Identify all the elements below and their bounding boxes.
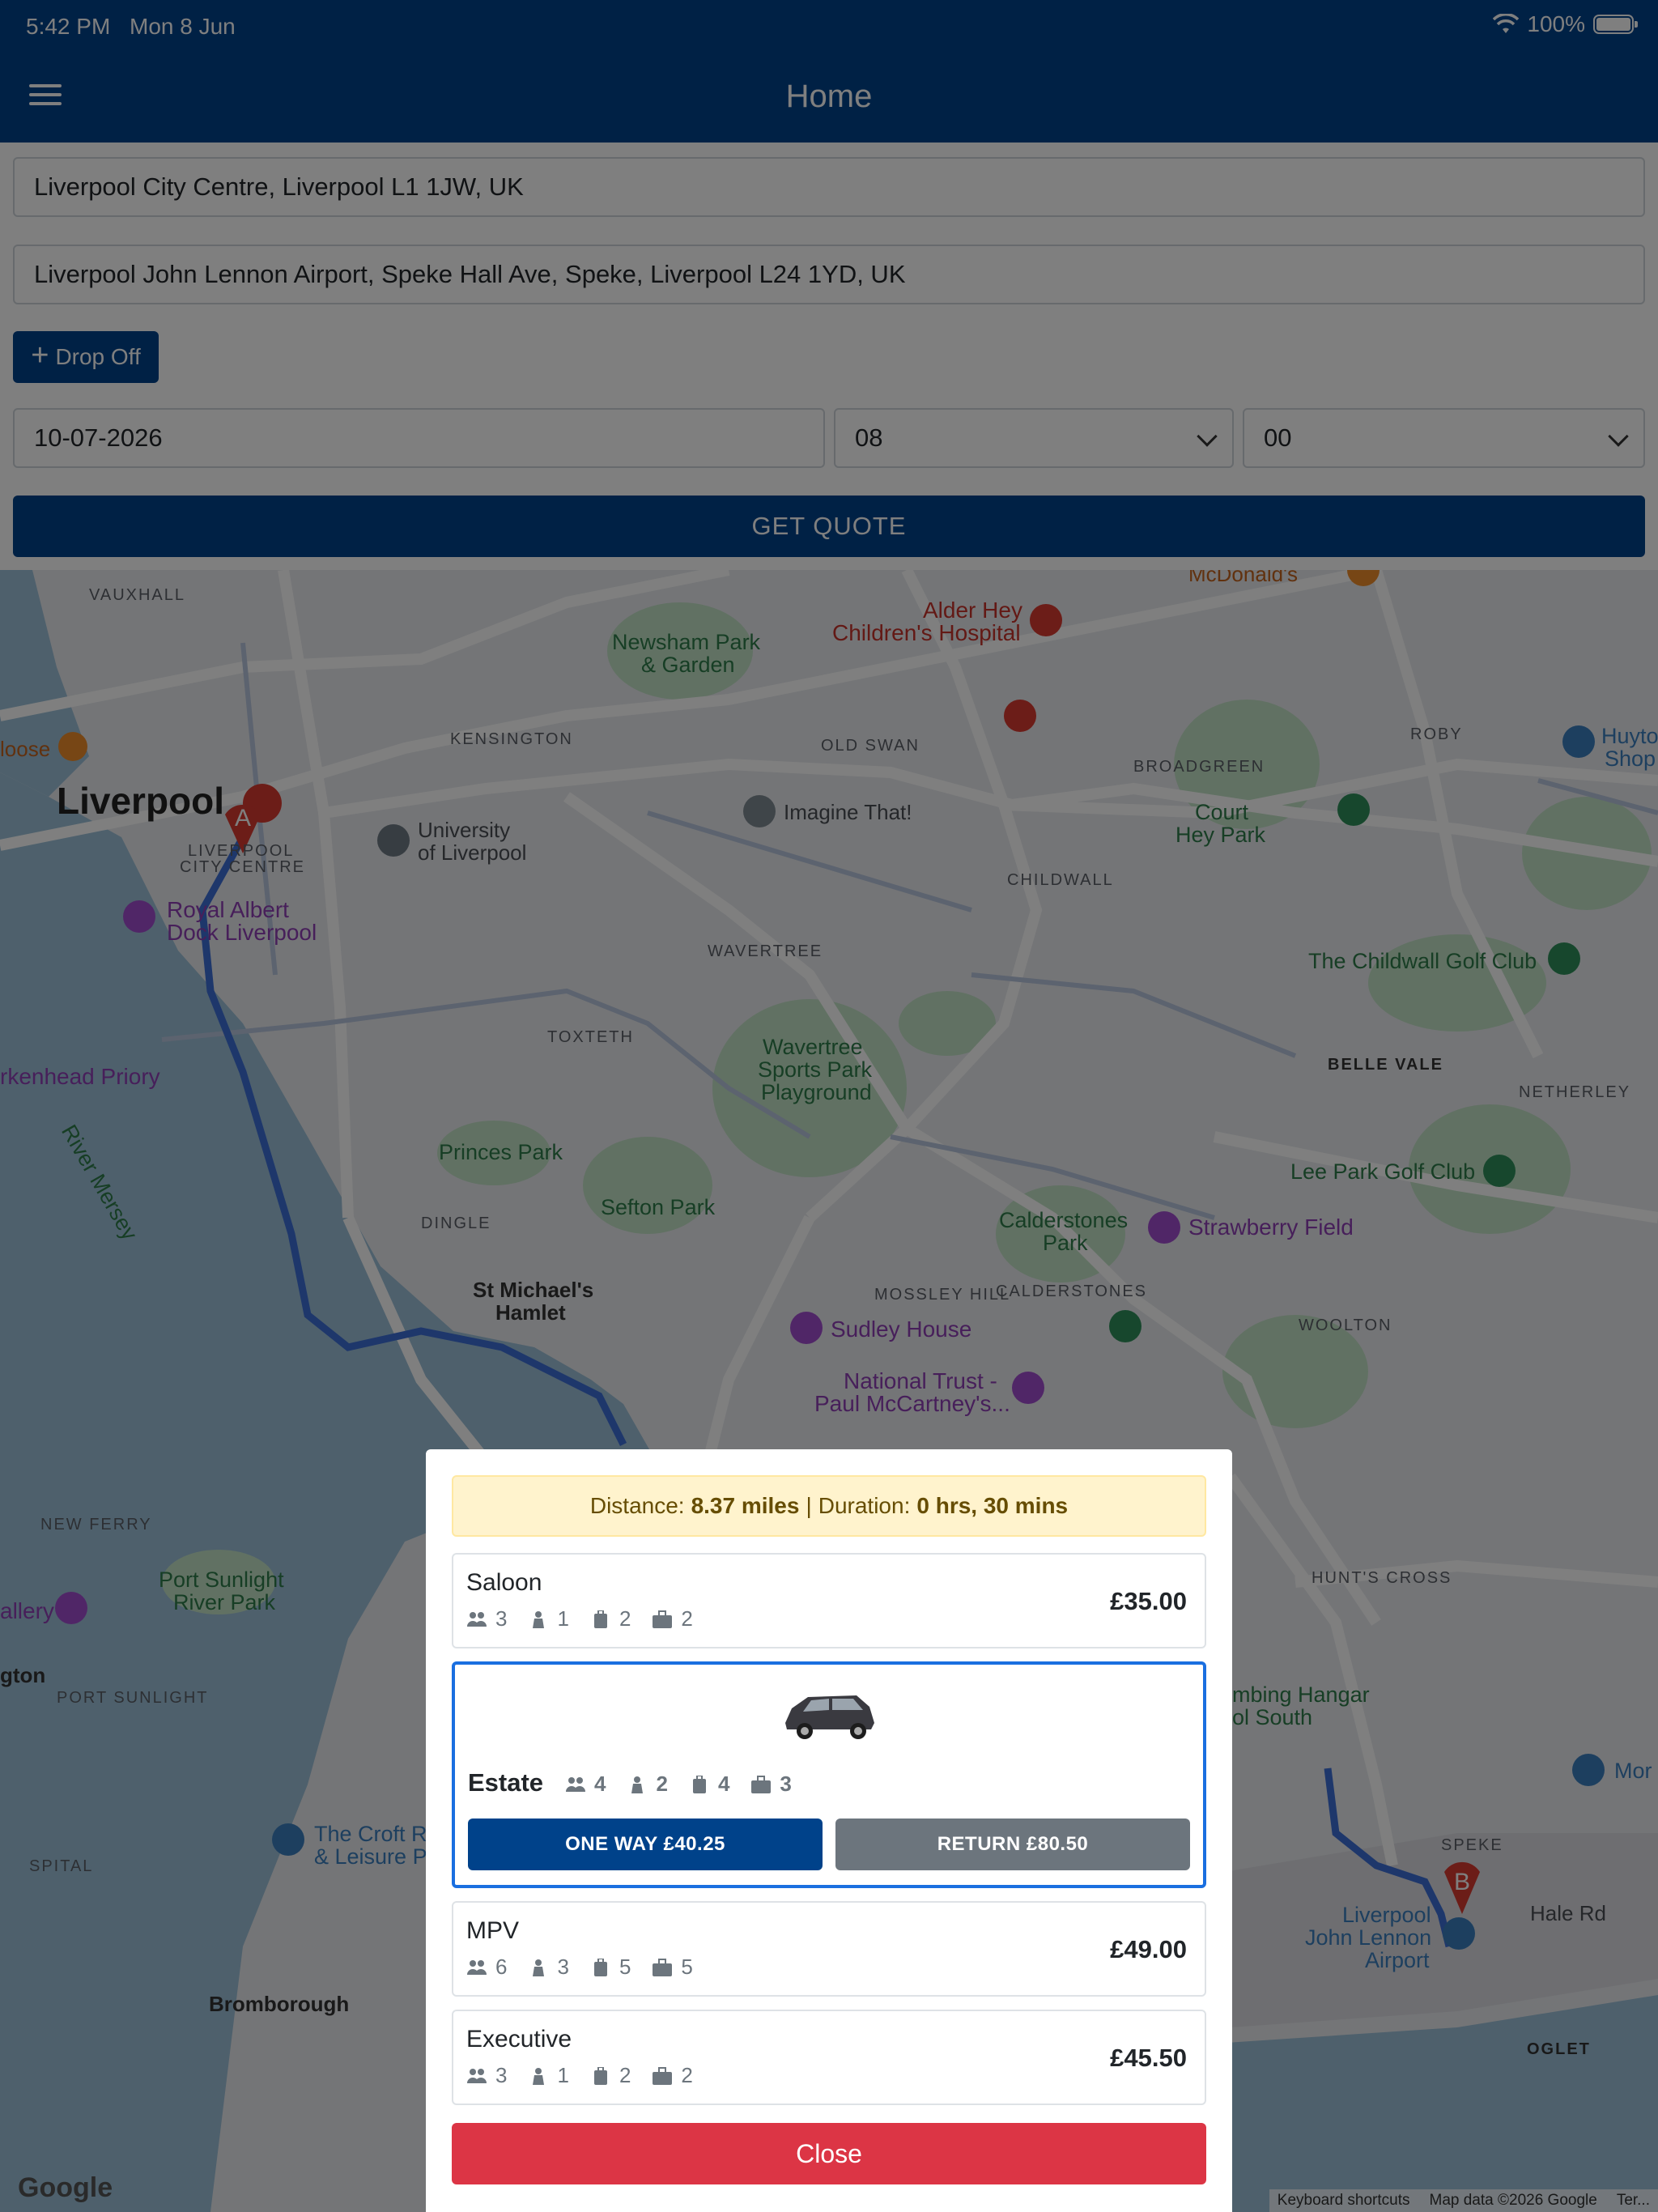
vehicle-card-estate[interactable]: Estate 4 2 4 3 ONE WAY £40.25 RETURN £80… [452,1661,1206,1888]
distance-value: 8.37 miles [691,1493,800,1518]
duration-value: 0 hrs, 30 mins [916,1493,1069,1518]
child-seats-count: 1 [557,2063,569,2087]
passengers-icon [566,1776,585,1792]
vehicle-price: £45.50 [1110,2044,1187,2072]
passengers-count: 3 [495,1606,508,1631]
duration-label: Duration: [818,1493,911,1518]
briefcase-icon [653,1610,673,1628]
estate-car-image [785,1695,874,1739]
vehicle-card-saloon[interactable]: Saloon 3 1 2 2 £35.00 [452,1553,1206,1648]
briefcase-icon [653,1958,673,1976]
passengers-icon [467,1611,487,1627]
vehicle-name: MPV [466,1917,520,1944]
vehicle-name: Estate [468,1768,544,1797]
passengers-count: 4 [594,1772,606,1796]
vehicle-name: Saloon [466,1569,542,1596]
luggage-count: 5 [619,1955,631,1979]
quote-modal: Distance: 8.37 miles | Duration: 0 hrs, … [426,1449,1232,2212]
luggage-icon [593,2066,607,2085]
luggage-count: 4 [717,1772,730,1796]
one-way-button[interactable]: ONE WAY £40.25 [468,1819,823,1870]
child-seats-count: 2 [656,1772,668,1796]
child-seats-count: 3 [557,1955,569,1979]
luggage-icon [692,1775,706,1793]
vehicle-card-executive[interactable]: Executive 3 1 2 2 £45.50 [452,2010,1206,2105]
vehicle-specs: 3 1 2 2 [466,2063,706,2088]
luggage-count: 2 [619,2063,631,2087]
briefcase-icon [751,1775,772,1793]
vehicle-specs: 3 1 2 2 [466,1606,706,1631]
vehicle-card-mpv[interactable]: MPV 6 3 5 5 £49.00 [452,1901,1206,1997]
briefcase-icon [653,2066,673,2085]
vehicle-price: £49.00 [1110,1935,1187,1963]
child-seat-icon [631,1776,644,1793]
passengers-icon [467,2068,487,2083]
luggage-icon [593,1610,607,1628]
info-separator: | [806,1493,812,1518]
passengers-icon [467,1959,487,1975]
child-seat-icon [533,1959,545,1976]
return-button[interactable]: RETURN £80.50 [835,1819,1190,1870]
bags-count: 2 [681,1606,693,1631]
child-seat-icon [533,2067,545,2085]
vehicle-name: Executive [466,2026,572,2052]
bags-count: 2 [681,2063,693,2087]
vehicle-specs: 4 2 4 3 [565,1772,805,1797]
luggage-icon [593,1958,607,1976]
trip-info-alert: Distance: 8.37 miles | Duration: 0 hrs, … [452,1475,1206,1537]
passengers-count: 3 [495,2063,508,2087]
distance-label: Distance: [589,1493,685,1518]
bags-count: 5 [681,1955,693,1979]
luggage-count: 2 [619,1606,631,1631]
vehicle-price: £35.00 [1110,1587,1187,1615]
bags-count: 3 [780,1772,792,1796]
child-seat-icon [533,1610,545,1628]
passengers-count: 6 [495,1955,508,1979]
close-button[interactable]: Close [452,2123,1206,2184]
vehicle-specs: 6 3 5 5 [466,1955,706,1980]
child-seats-count: 1 [557,1606,569,1631]
